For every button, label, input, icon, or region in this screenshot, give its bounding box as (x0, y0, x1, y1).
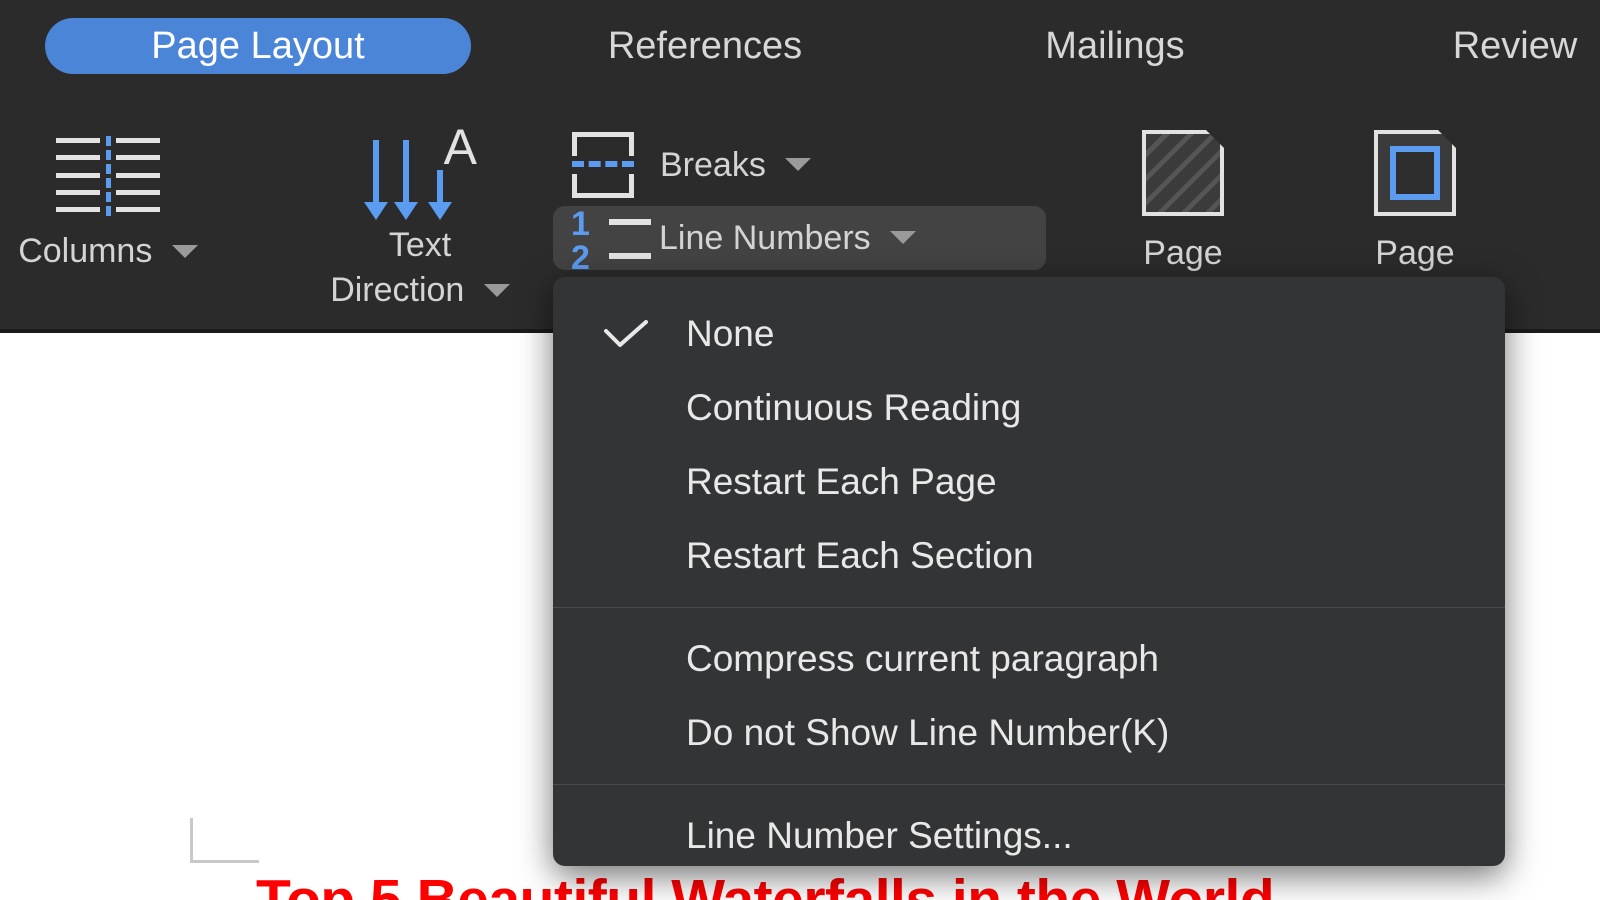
line-numbers-label: Line Numbers (659, 218, 871, 257)
text-direction-icon: A (364, 122, 477, 220)
chevron-down-icon[interactable] (171, 244, 198, 258)
text-direction-label-line2: Direction (330, 271, 465, 309)
menu-separator (553, 784, 1505, 785)
ribbon-tab-bar: Page Layout References Mailings Review (0, 0, 1600, 110)
tab-page-layout[interactable]: Page Layout (45, 18, 471, 74)
chevron-down-icon[interactable] (785, 158, 812, 172)
page-color-label: Page (1143, 234, 1223, 272)
columns-label: Columns (18, 232, 153, 270)
menu-item-label: Line Number Settings... (686, 815, 1073, 856)
columns-button[interactable]: Columns (0, 110, 238, 271)
menu-item-label: Restart Each Section (686, 535, 1034, 576)
tab-references[interactable]: References (545, 18, 865, 74)
menu-item-line-number-settings[interactable]: Line Number Settings... (553, 799, 1505, 866)
menu-separator (553, 607, 1505, 608)
chevron-down-icon[interactable] (483, 283, 510, 297)
menu-item-none[interactable]: None (553, 297, 1505, 371)
chevron-down-icon[interactable] (890, 231, 917, 245)
menu-item-restart-each-page[interactable]: Restart Each Page (553, 445, 1505, 519)
tab-review[interactable]: Review (1385, 18, 1600, 74)
menu-item-do-not-show-line-number[interactable]: Do not Show Line Number(K) (553, 696, 1505, 770)
menu-item-label: Compress current paragraph (686, 638, 1159, 679)
text-direction-button[interactable]: A Text Direction (270, 110, 570, 310)
menu-item-label: None (686, 313, 775, 354)
tab-mailings[interactable]: Mailings (985, 18, 1245, 74)
page-color-button[interactable]: Page (1058, 110, 1308, 273)
line-numbers-icon: 12 (571, 207, 651, 275)
page-borders-button[interactable]: Page (1290, 110, 1540, 273)
columns-icon (56, 136, 160, 216)
menu-item-continuous-reading[interactable]: Continuous Reading (553, 371, 1505, 445)
breaks-icon (572, 132, 634, 198)
menu-top-padding (553, 277, 1505, 297)
text-direction-label-line1: Text (388, 226, 452, 264)
document-heading: Top 5 Beautiful Waterfalls in the World … (256, 868, 1275, 900)
page-borders-label: Page (1375, 234, 1455, 272)
line-numbers-dropdown-menu[interactable]: None Continuous Reading Restart Each Pag… (553, 277, 1505, 866)
breaks-button[interactable]: Breaks (560, 110, 980, 198)
breaks-label: Breaks (660, 145, 766, 184)
menu-item-compress-current-paragraph[interactable]: Compress current paragraph (553, 622, 1505, 696)
page-color-icon (1142, 128, 1226, 216)
menu-item-restart-each-section[interactable]: Restart Each Section (553, 519, 1505, 593)
menu-item-label: Restart Each Page (686, 461, 997, 502)
menu-item-label: Do not Show Line Number(K) (686, 712, 1170, 753)
page-margin-marker (190, 818, 259, 863)
check-icon (601, 297, 651, 371)
menu-item-label: Continuous Reading (686, 387, 1022, 428)
line-numbers-button[interactable]: 12 Line Numbers (553, 206, 1046, 275)
page-borders-icon (1374, 128, 1458, 216)
